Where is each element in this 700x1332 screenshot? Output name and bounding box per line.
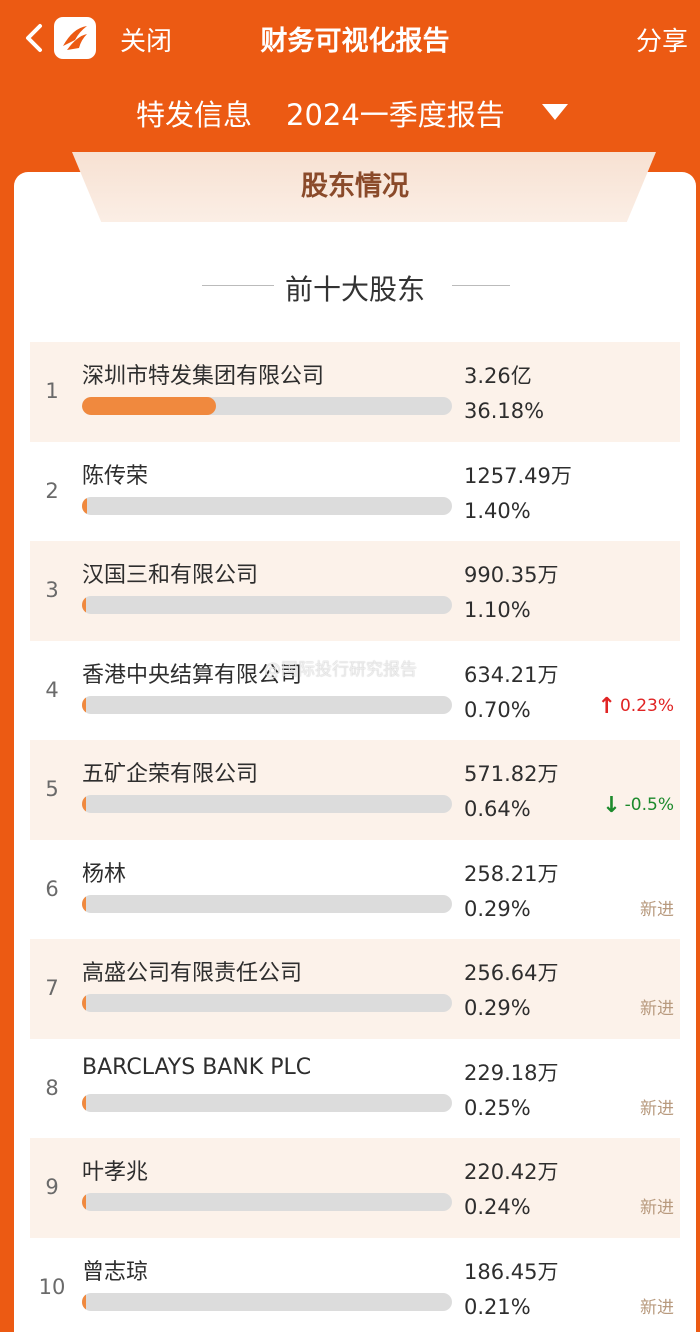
shareholder-rank: 10 bbox=[38, 1274, 66, 1299]
shareholder-rank: 1 bbox=[45, 379, 59, 403]
shareholder-row: 8 BARCLAYS BANK PLC 229.18万 0.25% 新进 bbox=[30, 1038, 680, 1138]
shareholder-name: 曾志琼 bbox=[82, 1259, 149, 1285]
shareholder-rank: 9 bbox=[45, 1175, 59, 1199]
holding-bar-track bbox=[82, 795, 452, 813]
arrow-down-icon: ↓ bbox=[602, 793, 621, 818]
shareholder-percentage: 1.40% bbox=[464, 498, 531, 523]
subsection-title: 前十大股东 bbox=[284, 273, 425, 306]
holding-change: 新进 bbox=[640, 895, 674, 920]
shareholder-name: 叶孝兆 bbox=[82, 1160, 149, 1185]
shareholder-shares: 229.18万 bbox=[464, 1060, 559, 1085]
shareholder-row: 5 五矿企荣有限公司 571.82万 0.64% ↓ -0.5% bbox=[30, 740, 680, 840]
shareholder-shares: 256.64万 bbox=[464, 961, 559, 985]
shareholder-rank: 7 bbox=[45, 976, 59, 1000]
holding-bar-track bbox=[82, 1093, 452, 1112]
shareholder-name: 汉国三和有限公司 bbox=[82, 563, 259, 588]
company-name: 特发信息 bbox=[136, 98, 253, 132]
holding-change-value: 新进 bbox=[640, 999, 674, 1019]
shareholder-rank: 6 bbox=[45, 876, 59, 901]
shareholder-rank: 3 bbox=[45, 578, 59, 602]
shareholder-rank: 2 bbox=[45, 478, 59, 503]
top-navigation-bar: 关闭 财务可视化报告 分享 bbox=[0, 0, 700, 76]
holding-bar-track bbox=[82, 994, 452, 1012]
shareholder-percentage: 0.25% bbox=[464, 1095, 531, 1120]
shareholder-percentage: 0.64% bbox=[464, 797, 531, 821]
holding-bar-track bbox=[82, 1193, 452, 1211]
holding-change-value: 新进 bbox=[640, 1098, 674, 1119]
holding-bar-track bbox=[82, 596, 452, 614]
share-button[interactable]: 分享 bbox=[636, 21, 688, 58]
shareholder-shares: 220.42万 bbox=[464, 1160, 559, 1184]
page-title: 财务可视化报告 bbox=[260, 26, 450, 57]
shareholder-percentage: 36.18% bbox=[464, 399, 545, 423]
holding-change: 新进 bbox=[640, 1293, 674, 1318]
holding-change: 新进 bbox=[640, 1094, 674, 1119]
holding-change: ↓ -0.5% bbox=[602, 793, 674, 818]
watermark: @国际投行研究报告 bbox=[264, 660, 417, 680]
shareholder-shares: 634.21万 bbox=[464, 662, 559, 687]
holding-change: 新进 bbox=[640, 994, 674, 1019]
report-period: 2024一季度报告 bbox=[286, 98, 505, 132]
holding-bar-fill bbox=[82, 894, 86, 913]
shareholder-percentage: 0.29% bbox=[464, 896, 531, 921]
holding-change: ↑ 0.23% bbox=[598, 694, 674, 719]
shareholder-shares: 3.26亿 bbox=[464, 364, 532, 388]
shareholder-name: 深圳市特发集团有限公司 bbox=[82, 364, 325, 389]
shareholder-percentage: 0.21% bbox=[464, 1294, 531, 1319]
shareholder-row: 9 叶孝兆 220.42万 0.24% 新进 bbox=[30, 1138, 680, 1238]
holding-change: 新进 bbox=[640, 1193, 674, 1218]
holding-bar-track bbox=[82, 397, 452, 415]
holding-bar-track bbox=[82, 695, 452, 714]
shareholder-name: BARCLAYS BANK PLC bbox=[82, 1054, 312, 1080]
holding-change-value: 新进 bbox=[640, 1297, 674, 1318]
shareholder-rank: 8 bbox=[45, 1075, 59, 1100]
holding-change-value: 新进 bbox=[640, 1198, 674, 1218]
shareholder-rank: 5 bbox=[45, 777, 59, 801]
holding-bar-track bbox=[82, 894, 452, 913]
shareholder-row: 1 深圳市特发集团有限公司 3.26亿 36.18% bbox=[30, 342, 680, 442]
divider-right bbox=[452, 285, 510, 286]
section-title: 股东情况 bbox=[301, 171, 409, 202]
holding-change-value: 新进 bbox=[640, 899, 674, 920]
holding-bar-fill bbox=[82, 596, 87, 614]
shareholder-name: 高盛公司有限责任公司 bbox=[82, 961, 303, 986]
shareholder-row: 3 汉国三和有限公司 990.35万 1.10% bbox=[30, 541, 680, 641]
holding-bar-fill bbox=[82, 795, 86, 813]
shareholder-shares: 1257.49万 bbox=[464, 463, 572, 488]
shareholder-row: 7 高盛公司有限责任公司 256.64万 0.29% 新进 bbox=[30, 939, 680, 1039]
holding-change-value: 0.23% bbox=[619, 695, 674, 716]
shareholder-shares: 571.82万 bbox=[464, 762, 559, 786]
holding-bar-track bbox=[82, 1292, 452, 1311]
shareholder-shares: 258.21万 bbox=[464, 861, 559, 886]
shareholder-rank: 4 bbox=[45, 677, 59, 702]
subsection-header: 前十大股东 bbox=[14, 268, 696, 306]
shareholder-name: 杨林 bbox=[82, 861, 127, 887]
holding-bar-fill bbox=[82, 994, 86, 1012]
shareholder-name: 五矿企荣有限公司 bbox=[82, 762, 259, 787]
shareholder-percentage: 0.29% bbox=[464, 996, 531, 1020]
holding-bar-fill bbox=[82, 496, 88, 515]
holding-change-value: -0.5% bbox=[624, 795, 674, 815]
shareholder-percentage: 0.24% bbox=[464, 1195, 531, 1219]
holding-bar-fill bbox=[82, 695, 86, 714]
shareholder-row: 6 杨林 258.21万 0.29% 新进 bbox=[30, 839, 680, 939]
shareholder-row: 2 陈传荣 1257.49万 1.40% bbox=[30, 441, 680, 541]
shareholder-list: 1 深圳市特发集团有限公司 3.26亿 36.18% 2 陈传荣 1257.49万 1.40%… bbox=[30, 342, 680, 1332]
holding-bar-fill bbox=[82, 397, 216, 415]
shareholder-percentage: 0.70% bbox=[464, 697, 531, 722]
holding-bar-fill bbox=[82, 1093, 86, 1112]
shareholder-shares: 186.45万 bbox=[464, 1259, 559, 1284]
shareholder-shares: 990.35万 bbox=[464, 563, 559, 587]
dropdown-caret-icon[interactable] bbox=[542, 104, 568, 120]
arrow-up-icon: ↑ bbox=[597, 693, 616, 719]
shareholder-name: 陈传荣 bbox=[82, 463, 149, 489]
report-selector[interactable]: 特发信息 2024一季度报告 bbox=[0, 92, 700, 132]
holding-bar-track bbox=[82, 496, 452, 515]
holding-bar-fill bbox=[82, 1193, 86, 1211]
holding-bar-fill bbox=[82, 1292, 86, 1311]
shareholder-percentage: 1.10% bbox=[464, 598, 531, 622]
shareholder-row: 10 曾志琼 186.45万 0.21% 新进 bbox=[30, 1237, 680, 1332]
shareholder-card: 股东情况 前十大股东 1 深圳市特发集团有限公司 3.26亿 36.18% 2 陈传荣 12… bbox=[14, 152, 696, 1332]
